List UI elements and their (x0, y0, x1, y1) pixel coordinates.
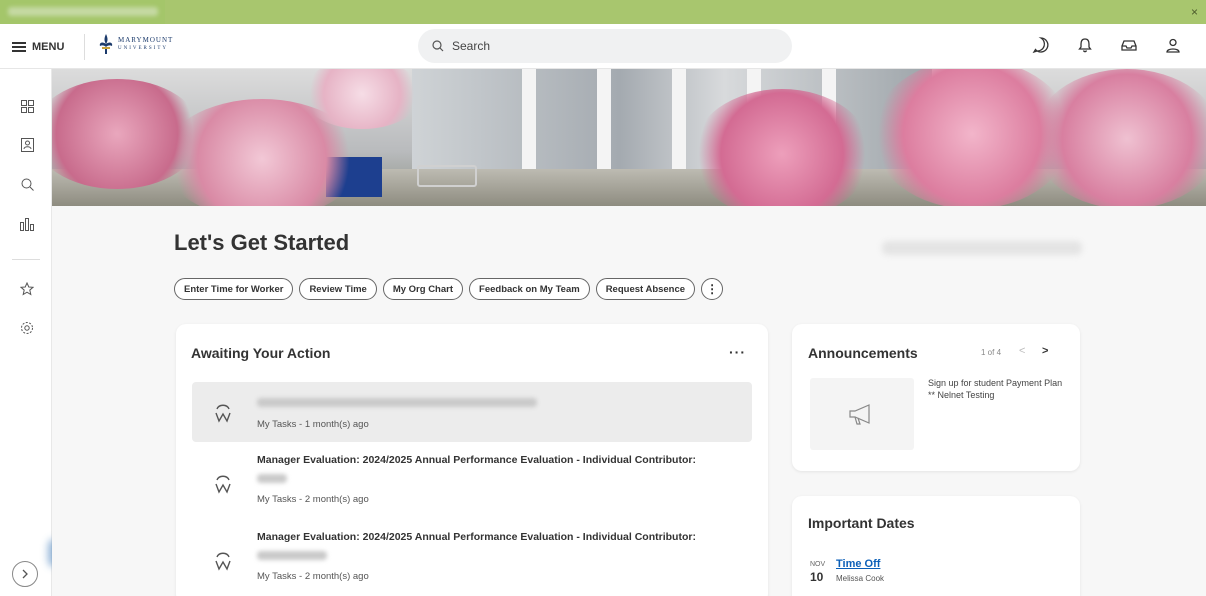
workday-task-icon (214, 401, 232, 423)
hero-banner-image (52, 69, 1206, 206)
card-title: Awaiting Your Action (191, 345, 331, 361)
task-person-redacted (257, 551, 327, 560)
profile-icon[interactable] (1164, 36, 1182, 54)
settings-icon[interactable] (20, 321, 34, 335)
workday-task-icon (214, 472, 232, 494)
next-announcement-button[interactable]: > (1042, 345, 1048, 357)
chevron-right-icon (22, 569, 28, 579)
megaphone-icon (849, 404, 870, 425)
bench (417, 165, 477, 187)
quick-action-request-absence[interactable]: Request Absence (595, 278, 696, 300)
announcements-card: Announcements 1 of 4 < > Sign up for stu… (792, 324, 1080, 471)
logo-text-1: MARYMOUNT (118, 36, 174, 44)
expand-sidebar-button[interactable] (12, 561, 38, 587)
favorites-star-icon[interactable] (20, 282, 34, 296)
window-title-blurred (8, 7, 158, 16)
logo-text-2: UNIVERSITY (118, 46, 168, 51)
task-item[interactable]: Manager Evaluation: 2024/2025 Annual Per… (192, 531, 752, 591)
global-header: MENU MARYMOUNT UNIVERSITY (0, 24, 1206, 69)
date-month: NOV (810, 561, 826, 568)
inbox-icon[interactable] (1120, 36, 1138, 54)
search-input[interactable] (452, 39, 752, 53)
task-item[interactable]: My Tasks - 1 month(s) ago (192, 382, 752, 442)
logo-divider (84, 34, 85, 60)
chat-icon[interactable] (1032, 36, 1050, 54)
task-title-redacted (257, 398, 537, 407)
top-strip: × (0, 0, 1206, 24)
announcements-pager: 1 of 4 (981, 348, 1002, 357)
date-event-person: Melissa Cook (836, 574, 885, 583)
tab-bar (165, 0, 1206, 24)
hamburger-icon (12, 42, 26, 52)
menu-button[interactable]: MENU (12, 37, 64, 57)
announcements-title: Announcements (808, 345, 918, 361)
home-content: Let's Get Started Enter Time for Worker … (52, 206, 1206, 596)
page-title: Let's Get Started (174, 230, 350, 255)
important-dates-title: Important Dates (808, 515, 915, 531)
logo[interactable]: MARYMOUNT UNIVERSITY (98, 33, 173, 55)
date-day: 10 (810, 570, 824, 584)
quick-action-review-time[interactable]: Review Time (299, 278, 377, 300)
important-dates-card: Important Dates NOV 10 Time Off Melissa … (792, 496, 1080, 596)
menu-label: MENU (32, 41, 65, 53)
more-actions-button[interactable]: ⋮ (701, 278, 724, 300)
task-meta: My Tasks - 2 month(s) ago (257, 494, 369, 505)
reports-icon[interactable] (20, 217, 34, 231)
quick-action-feedback[interactable]: Feedback on My Team (469, 278, 590, 300)
apps-icon[interactable] (20, 99, 34, 113)
task-item[interactable]: Manager Evaluation: 2024/2025 Annual Per… (192, 454, 752, 514)
task-meta: My Tasks - 1 month(s) ago (257, 419, 369, 430)
search-bar[interactable] (418, 29, 792, 63)
quick-actions: Enter Time for Worker Review Time My Org… (174, 278, 724, 300)
workday-task-icon (214, 549, 232, 571)
card-menu-button[interactable]: ··· (729, 344, 746, 360)
task-meta: My Tasks - 2 month(s) ago (257, 571, 369, 582)
blurred-header-text (882, 241, 1082, 255)
quick-action-enter-time[interactable]: Enter Time for Worker (174, 278, 294, 300)
notification-bell-icon[interactable] (1076, 36, 1094, 54)
task-person-redacted (257, 474, 287, 483)
search-icon[interactable] (20, 177, 34, 191)
sidebar-divider (12, 259, 40, 260)
sidebar (0, 69, 62, 596)
announcement-text[interactable]: Sign up for student Payment Plan ** Neln… (928, 378, 1068, 401)
search-icon (432, 40, 444, 52)
announcement-thumbnail[interactable] (810, 378, 914, 450)
fleur-de-lis-icon (99, 34, 113, 54)
date-event-link[interactable]: Time Off (836, 558, 880, 570)
awaiting-action-card: Awaiting Your Action ··· My Tasks - 1 mo… (176, 324, 768, 596)
previous-announcement-button[interactable]: < (1019, 345, 1025, 357)
task-title[interactable]: Manager Evaluation: 2024/2025 Annual Per… (257, 454, 696, 466)
quick-action-org-chart[interactable]: My Org Chart (382, 278, 464, 300)
my-profile-icon[interactable] (20, 138, 34, 152)
task-title[interactable]: Manager Evaluation: 2024/2025 Annual Per… (257, 531, 696, 543)
close-icon[interactable]: × (1191, 5, 1198, 19)
